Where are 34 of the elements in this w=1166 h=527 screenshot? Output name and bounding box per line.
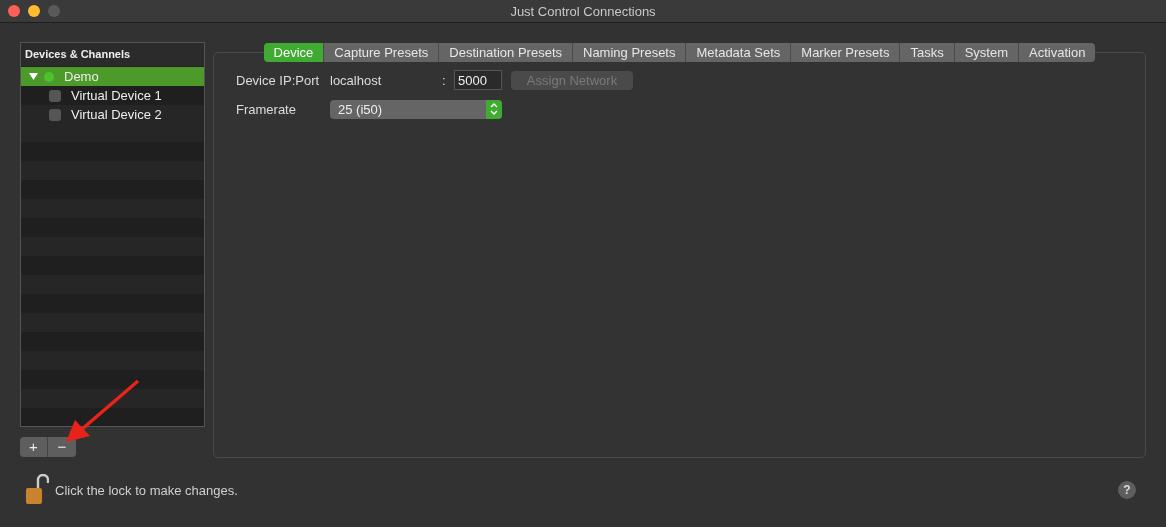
tab[interactable]: Tasks — [900, 43, 955, 62]
separator: : — [442, 72, 447, 88]
disclosure-triangle-icon[interactable] — [29, 72, 38, 81]
field-label: Device IP:Port — [236, 72, 321, 88]
help-button[interactable]: ? — [1118, 481, 1136, 499]
tree-item[interactable]: Virtual Device 2 — [21, 105, 204, 124]
add-button[interactable]: + — [20, 437, 48, 457]
tab[interactable]: Activation — [1019, 43, 1096, 62]
field-label: Framerate — [236, 101, 297, 117]
tab[interactable]: Destination Presets — [439, 43, 573, 62]
close-button[interactable] — [8, 5, 20, 17]
host-value: localhost — [330, 72, 383, 88]
framerate-dropdown[interactable]: 25 (i50) — [330, 99, 502, 119]
stepper-icon — [490, 102, 498, 116]
tab[interactable]: Naming Presets — [573, 43, 687, 62]
lock-message: Click the lock to make changes. — [55, 482, 238, 498]
channel-name: Virtual Device 1 — [71, 88, 162, 103]
tab[interactable]: System — [954, 43, 1020, 62]
tree-item[interactable]: Demo — [21, 67, 204, 86]
list-header: Devices & Channels — [21, 43, 204, 67]
minimize-button[interactable] — [28, 5, 40, 17]
tree-item[interactable]: Virtual Device 1 — [21, 86, 204, 105]
remove-button[interactable]: − — [48, 437, 76, 457]
port-field[interactable]: 5000 — [454, 70, 502, 90]
checkbox[interactable] — [49, 108, 61, 121]
tab[interactable]: Capture Presets — [324, 43, 440, 62]
window-title: Just Control Connections — [510, 3, 656, 19]
tab[interactable]: Metadata Sets — [686, 43, 792, 62]
channel-name: Virtual Device 2 — [71, 107, 162, 122]
device-name: Demo — [64, 69, 99, 84]
unlocked-padlock-icon[interactable] — [25, 474, 49, 506]
tab[interactable]: Marker Presets — [791, 43, 901, 62]
checkbox[interactable] — [49, 89, 61, 102]
tab[interactable]: Device — [263, 43, 325, 62]
